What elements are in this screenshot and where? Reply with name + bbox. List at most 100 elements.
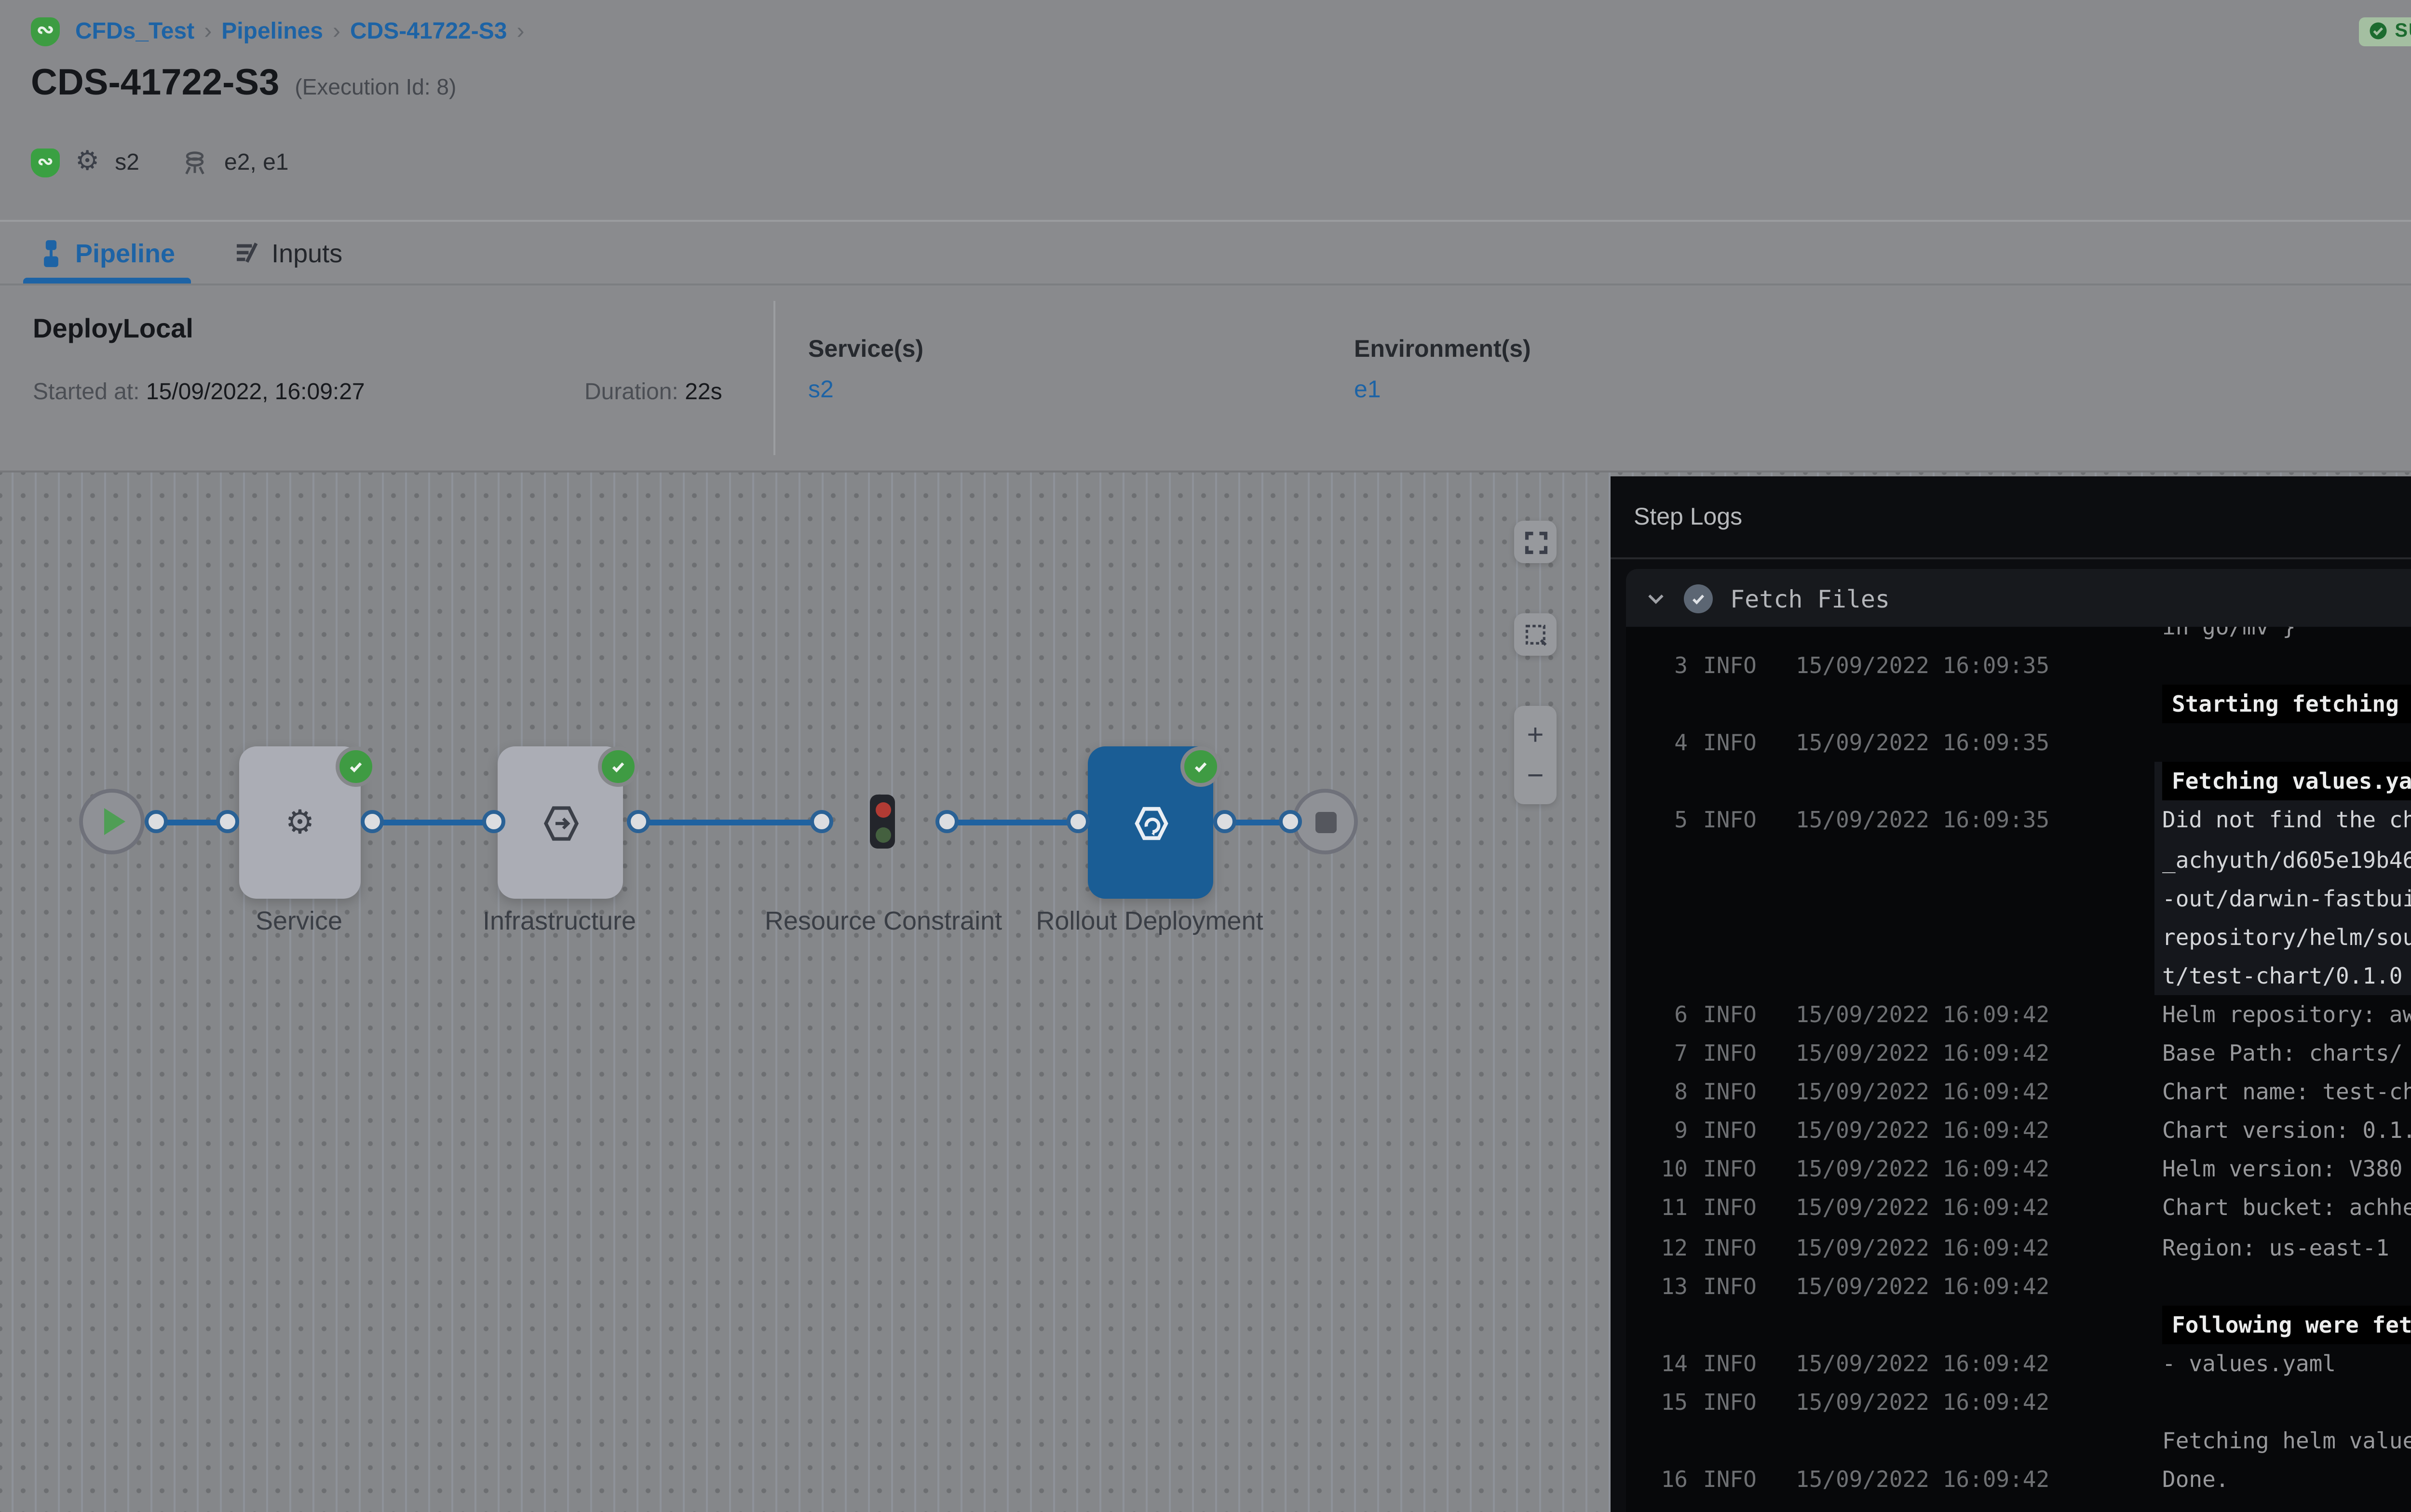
log-message: Starting fetching Helm values xyxy=(2154,685,2411,724)
node-resource-constraint[interactable] xyxy=(870,795,895,849)
log-message: Fetching helm values completed successfu… xyxy=(2154,1421,2411,1460)
started-label: Started at: xyxy=(33,378,140,405)
log-level: INFO xyxy=(1703,995,1780,1034)
log-line-number: 4 xyxy=(1641,724,1688,762)
log-message: Helm version: V380 xyxy=(2154,1150,2411,1188)
infrastructure-icon xyxy=(537,799,583,846)
log-line-number xyxy=(1641,685,1688,724)
log-level: INFO xyxy=(1703,1073,1780,1111)
log-level: INFO xyxy=(1703,646,1780,685)
edge xyxy=(368,819,492,824)
end-node[interactable] xyxy=(1292,789,1358,854)
log-timestamp: 15/09/2022 16:09:42 xyxy=(1796,995,2154,1034)
log-line-number: 13 xyxy=(1641,1266,1688,1305)
node-label-infrastructure: Infrastructure xyxy=(434,901,685,941)
log-timestamp: 15/09/2022 16:09:42 xyxy=(1796,1228,2154,1266)
duration-value: 22s xyxy=(685,378,722,405)
service-link[interactable]: s2 xyxy=(808,376,923,403)
service-chip[interactable]: s2 xyxy=(115,148,139,176)
log-message xyxy=(2154,646,2411,685)
log-message: Helm repository: aws-qa-setup-modified xyxy=(2154,995,2411,1034)
log-row: 4INFO15/09/2022 16:09:35 xyxy=(1641,724,2411,762)
service-gear-icon: ⚙ xyxy=(75,147,99,177)
log-row: 7INFO15/09/2022 16:09:42Base Path: chart… xyxy=(1641,1034,2411,1072)
breadcrumb-item[interactable]: CDS-41722-S3 xyxy=(350,17,507,44)
log-row: repository/helm/source/93602db7-89f2-317… xyxy=(1641,918,2411,956)
log-level xyxy=(1703,627,1780,646)
log-row: 13INFO15/09/2022 16:09:42 xyxy=(1641,1266,2411,1305)
harness-logo-icon: ∾ xyxy=(31,16,60,45)
log-section-header[interactable]: Fetch Files ↑ ↓ 9s xyxy=(1626,569,2411,627)
log-level xyxy=(1703,763,1780,801)
canvas-select-button[interactable] xyxy=(1514,613,1557,656)
entity-chips-row: ∾ ⚙ s2 e2, e1 Admin xyxy=(31,133,2411,191)
log-level: INFO xyxy=(1703,1266,1780,1305)
tab-pipeline[interactable]: Pipeline xyxy=(35,222,179,284)
edge-port xyxy=(216,810,239,833)
app: ∾ CFDs_Test›Pipelines›CDS-41722-S3› SUCC… xyxy=(0,0,2411,1510)
log-message: _achyuth/d605e19b46448ceaacb01fb4c19633a… xyxy=(2154,840,2411,878)
pipeline-canvas[interactable]: ⚙ xyxy=(0,472,2411,1512)
log-level: INFO xyxy=(1703,1228,1780,1266)
zoom-out-button[interactable]: − xyxy=(1514,751,1557,799)
edge-port xyxy=(145,810,168,833)
stage-duration: Duration: 22s xyxy=(584,378,722,405)
log-level: INFO xyxy=(1703,1034,1780,1072)
started-value: 15/09/2022, 16:09:27 xyxy=(146,378,365,405)
environment-icon xyxy=(182,148,209,176)
log-message: repository/helm/source/93602db7-89f2-317… xyxy=(2154,918,2411,956)
log-line-number: 7 xyxy=(1641,1034,1688,1072)
log-row: Following were fetched successfully : xyxy=(1641,1305,2411,1344)
log-line-number xyxy=(1641,879,1688,918)
fullscreen-icon xyxy=(1523,529,1548,554)
edge-port xyxy=(1213,810,1236,833)
log-row: Fetching values.yaml from helm chart rep… xyxy=(1641,763,2411,801)
breadcrumb-separator: › xyxy=(204,17,212,44)
log-timestamp: 15/09/2022 16:09:42 xyxy=(1796,1111,2154,1150)
log-row: _achyuth/d605e19b46448ceaacb01fb4c19633a… xyxy=(1641,840,2411,878)
log-level: INFO xyxy=(1703,1189,1780,1228)
log-message xyxy=(2154,724,2411,762)
log-line-number: 15 xyxy=(1641,1383,1688,1421)
log-level xyxy=(1703,956,1780,995)
status-text: SUCCESS xyxy=(2395,20,2411,41)
node-label-rollout-deployment: Rollout Deployment xyxy=(1024,901,1275,941)
tab-inputs-label: Inputs xyxy=(271,238,342,267)
log-timestamp: 15/09/2022 16:09:42 xyxy=(1796,1383,2154,1421)
log-line-number xyxy=(1641,956,1688,995)
log-message: Fetching values.yaml from helm chart rep… xyxy=(2154,763,2411,801)
log-timestamp: 15/09/2022 16:09:42 xyxy=(1796,1460,2154,1498)
log-row: 5INFO15/09/2022 16:09:35Did not find the… xyxy=(1641,801,2411,840)
marquee-select-icon xyxy=(1523,622,1548,647)
step-logs-header: Step Logs Console View xyxy=(1611,476,2411,559)
stop-icon xyxy=(1314,811,1336,832)
log-level: INFO xyxy=(1703,1383,1780,1421)
log-message: Region: us-east-1 xyxy=(2154,1228,2411,1266)
start-node[interactable] xyxy=(79,789,145,854)
tab-inputs[interactable]: Inputs xyxy=(229,222,346,284)
execution-id: (Execution Id: 8) xyxy=(295,77,456,100)
log-row: 10INFO15/09/2022 16:09:42Helm version: V… xyxy=(1641,1150,2411,1188)
breadcrumb-item[interactable]: Pipelines xyxy=(221,17,323,44)
log-line-number: 10 xyxy=(1641,1150,1688,1188)
stage-environments: Environment(s) e1 xyxy=(1354,336,1531,403)
log-level xyxy=(1703,1421,1780,1460)
log-timestamp: 15/09/2022 16:09:42 xyxy=(1796,1150,2154,1188)
log-timestamp xyxy=(1796,956,2154,995)
log-line-number: 5 xyxy=(1641,801,1688,840)
duration-label: Duration: xyxy=(584,378,678,405)
environment-chip[interactable]: e2, e1 xyxy=(224,148,289,176)
service-success-badge xyxy=(336,746,376,787)
log-row: -out/darwin-fastbuild/bin/260-delegate/e… xyxy=(1641,879,2411,918)
log-timestamp: 15/09/2022 16:09:35 xyxy=(1796,646,2154,685)
canvas-fullscreen-button[interactable] xyxy=(1514,521,1557,563)
stage-name: DeployLocal xyxy=(33,312,193,343)
edge-port xyxy=(810,810,833,833)
log-message: t/test-chart/0.1.0 xyxy=(2154,956,2411,995)
breadcrumb-item[interactable]: CFDs_Test xyxy=(75,17,194,44)
pipeline-icon xyxy=(39,238,64,267)
step-success-icon xyxy=(1684,583,1713,612)
environment-link[interactable]: e1 xyxy=(1354,376,1531,403)
title-row: CDS-41722-S3 (Execution Id: 8) xyxy=(31,56,2411,133)
log-level xyxy=(1703,840,1780,878)
